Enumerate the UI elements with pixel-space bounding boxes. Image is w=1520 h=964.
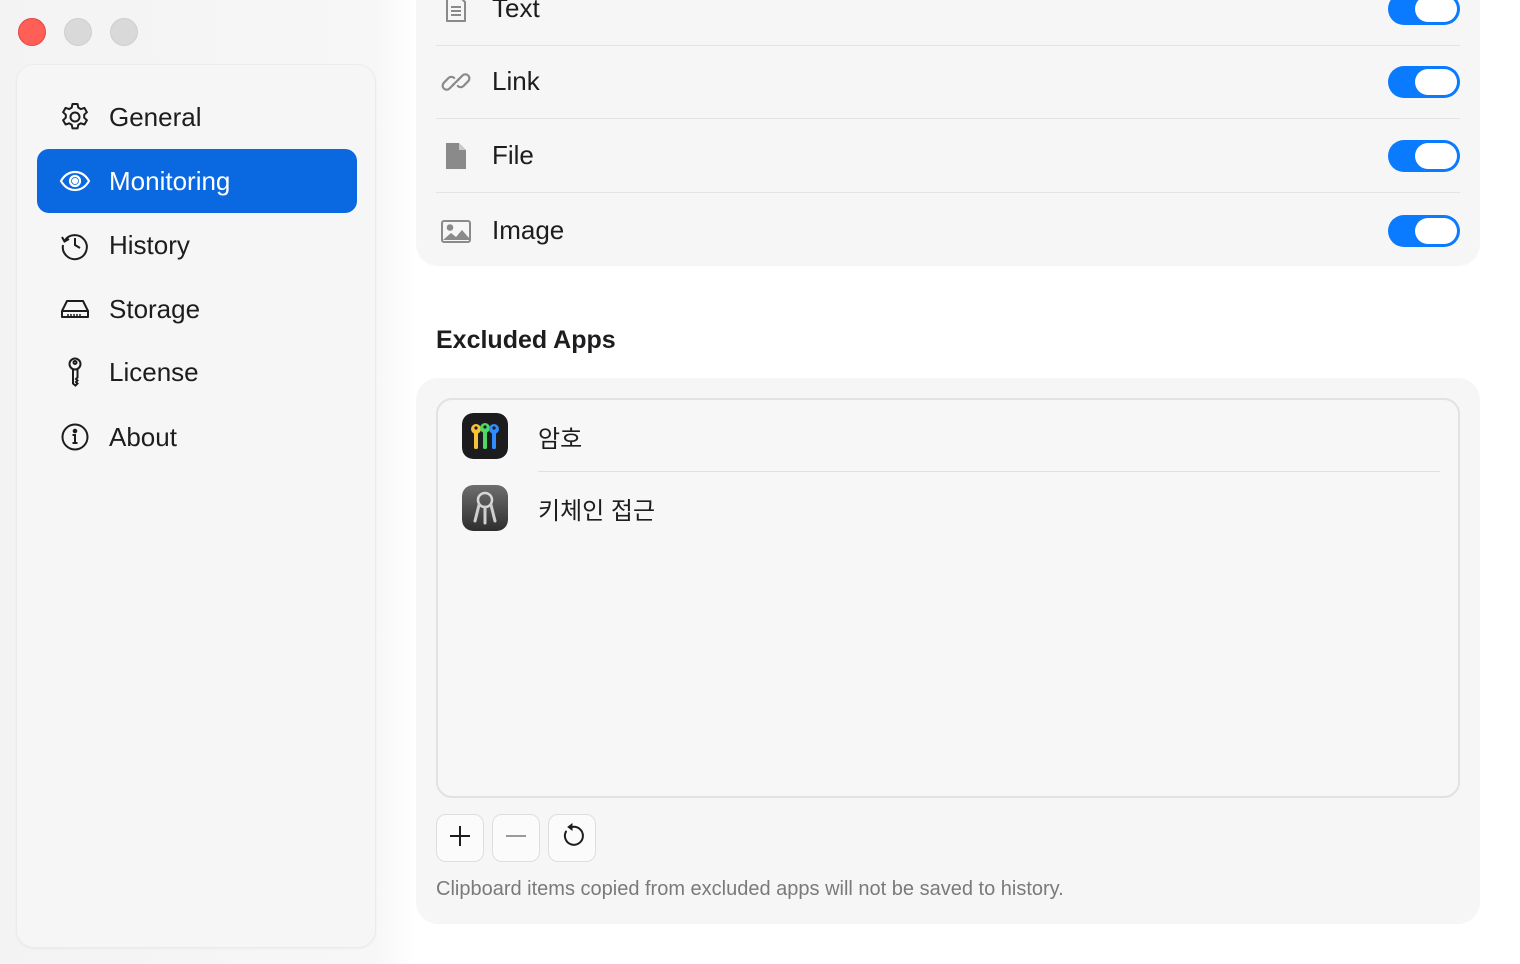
text-document-icon — [436, 0, 476, 29]
keychain-access-app-icon — [462, 485, 508, 531]
sidebar-item-label: History — [109, 229, 190, 260]
minus-icon — [503, 823, 529, 854]
add-app-button[interactable] — [436, 814, 484, 862]
file-icon — [436, 136, 476, 176]
eye-icon — [57, 163, 93, 199]
maximize-window-button[interactable] — [110, 18, 138, 46]
content-type-label: Image — [492, 215, 565, 245]
content-types-card: Text Link File Image — [416, 0, 1480, 266]
key-icon — [57, 354, 93, 390]
content-type-row-file: File — [436, 118, 1460, 193]
content-type-label: Link — [492, 66, 540, 96]
text-toggle[interactable] — [1388, 0, 1460, 25]
sidebar-item-license[interactable]: License — [37, 340, 357, 404]
list-controls — [436, 814, 596, 862]
app-name: 암호 — [538, 425, 583, 453]
drive-icon — [57, 291, 93, 327]
content-type-label: Text — [492, 0, 540, 23]
content-type-row-link: Link — [436, 44, 1460, 119]
excluded-apps-footnote: Clipboard items copied from excluded app… — [436, 878, 1064, 900]
content-type-row-text: Text — [436, 0, 1460, 46]
passwords-app-icon — [462, 413, 508, 459]
sidebar: General Monitoring History Storage Licen… — [16, 64, 376, 948]
image-toggle[interactable] — [1388, 214, 1460, 247]
sidebar-item-label: General — [109, 101, 202, 132]
minimize-window-button[interactable] — [64, 18, 92, 46]
sidebar-item-label: Monitoring — [109, 165, 231, 196]
app-name: 키체인 접근 — [538, 497, 656, 525]
excluded-apps-list[interactable]: 암호 키체인 접근 — [436, 398, 1460, 798]
sidebar-item-label: About — [109, 421, 177, 452]
info-icon — [57, 419, 93, 455]
history-icon — [57, 227, 93, 263]
sidebar-item-general[interactable]: General — [37, 85, 357, 149]
sidebar-item-history[interactable]: History — [37, 213, 357, 277]
close-window-button[interactable] — [18, 18, 46, 46]
list-item[interactable]: 암호 — [438, 400, 1458, 472]
sidebar-item-about[interactable]: About — [37, 405, 357, 469]
sidebar-item-label: Storage — [109, 293, 201, 324]
content-type-row-image: Image — [436, 193, 1460, 268]
reset-icon — [559, 822, 585, 854]
file-toggle[interactable] — [1388, 139, 1460, 172]
reset-list-button[interactable] — [548, 814, 596, 862]
sidebar-item-storage[interactable]: Storage — [37, 277, 357, 341]
plus-icon — [447, 823, 473, 854]
content-type-label: File — [492, 140, 534, 170]
image-icon — [436, 211, 476, 251]
list-item[interactable]: 키체인 접근 — [438, 472, 1458, 544]
remove-app-button[interactable] — [492, 814, 540, 862]
link-icon — [436, 62, 476, 102]
link-toggle[interactable] — [1388, 65, 1460, 98]
sidebar-item-monitoring[interactable]: Monitoring — [37, 149, 357, 213]
sidebar-item-label: License — [109, 356, 199, 387]
excluded-apps-card: 암호 키체인 접근 Clipboard items copied from ex… — [416, 378, 1480, 924]
excluded-apps-title: Excluded Apps — [436, 326, 616, 354]
gear-icon — [57, 99, 93, 135]
